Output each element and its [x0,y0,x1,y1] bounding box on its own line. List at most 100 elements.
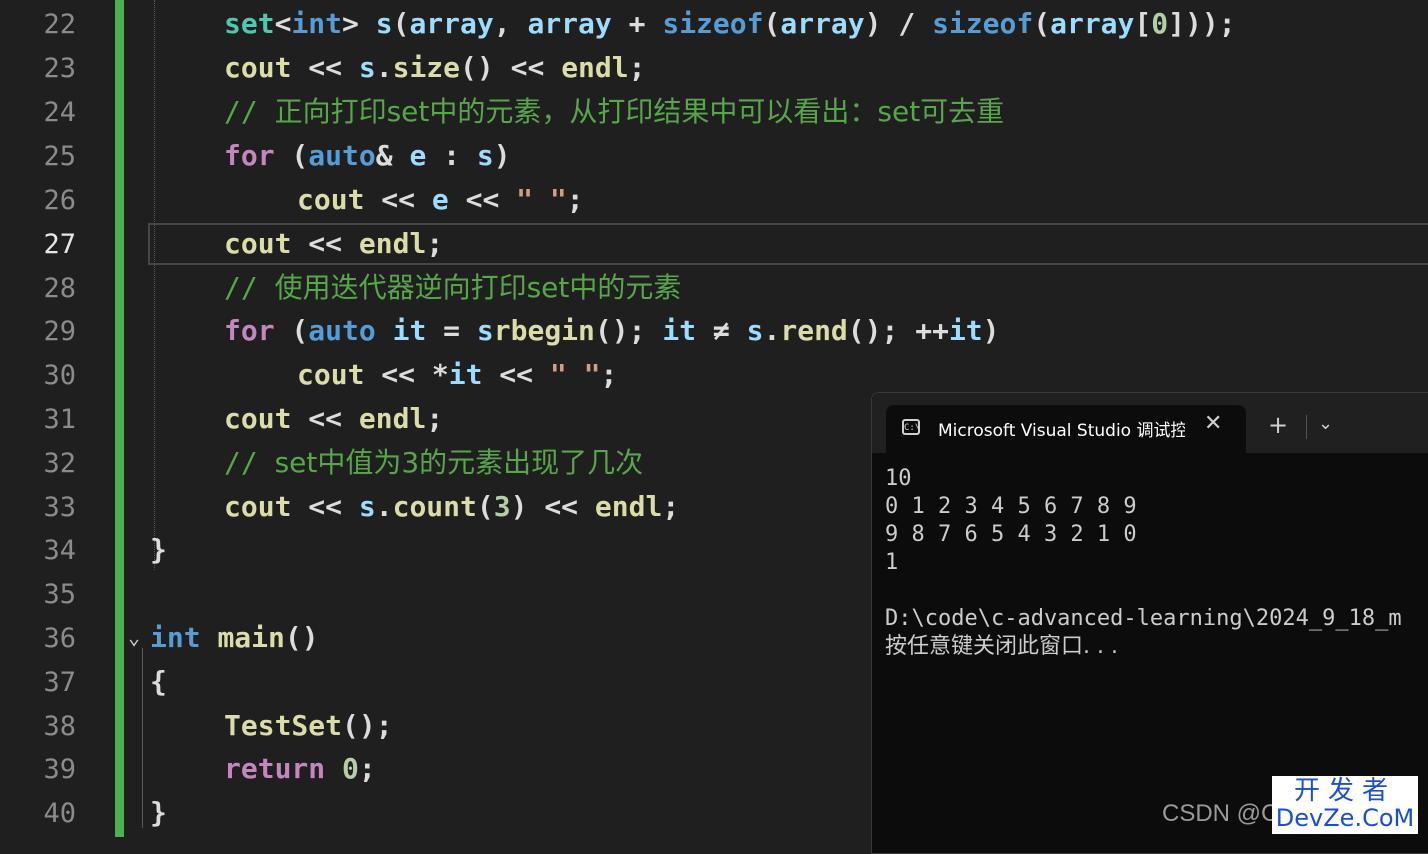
token: array [1050,7,1135,40]
indent-guide [142,648,143,828]
new-tab-button[interactable]: + [1268,411,1288,439]
token: endl [358,227,427,260]
token: size [392,51,461,84]
line-number: 36 [43,623,76,654]
line-number: 33 [43,492,76,523]
code-line-33[interactable]: cout << s.count(3) << endl; [224,485,679,529]
token: e [409,139,427,172]
code-line-38[interactable]: TestSet(); [224,704,393,748]
token: array [527,7,612,40]
token: , [493,7,528,40]
token: " " [516,183,567,216]
code-line-40[interactable]: } [150,791,167,835]
line-number: 29 [43,316,76,347]
token: sizeof [662,7,764,40]
code-line-25[interactable]: for (auto& e : s) [224,134,511,178]
token: ; [566,183,584,216]
output-line: 1 [885,550,899,575]
code-line-32-comment[interactable]: // set中值为3的元素出现了几次 [224,441,643,485]
token: ( [274,314,309,347]
token: 3 [493,490,511,523]
close-icon[interactable]: ✕ [1204,411,1222,436]
line-number: 26 [43,185,76,216]
token: sizeof [932,7,1034,40]
code-line-37[interactable]: { [150,660,167,704]
token: [ [1134,7,1152,40]
comment-text: 正向打印set中的元素，从打印结果中可以看出：set可去重 [274,95,1005,128]
divider [1306,415,1307,439]
comment-text: 使用迭代器逆向打印set中的元素 [274,271,682,304]
tab-title: Microsoft Visual Studio 调试控制台 [938,421,1185,441]
line-number: 37 [43,667,76,698]
token: + [611,7,663,40]
token: ) << [510,490,595,523]
output-line: 按任意键关闭此窗口. . . [885,634,1118,659]
token: ; [662,490,680,523]
code-line-31[interactable]: cout << endl; [224,397,443,441]
console-output[interactable]: 10 0 1 2 3 4 5 6 7 8 9 9 8 7 6 5 4 3 2 1… [885,465,1402,661]
token: it [948,314,983,347]
token: endl [594,490,663,523]
code-line-22[interactable]: set<int> s(array, array + sizeof(array) … [224,2,1236,46]
token: " " [549,358,601,391]
comment-slashes: // [224,446,275,479]
token: & [375,139,410,172]
token: ) [982,314,1000,347]
code-line-39[interactable]: return 0; [224,747,376,791]
token: array [780,7,865,40]
token: << [448,183,517,216]
terminal-icon: C:\ [902,419,920,435]
code-line-30[interactable]: cout << *it << " "; [297,353,617,397]
token: rbegin [493,314,595,347]
token: ( [274,139,309,172]
token: > [342,7,376,40]
console-titlebar[interactable]: C:\ Microsoft Visual Studio 调试控制台 ✕ + ⌄ [872,393,1428,453]
token: cout [297,358,365,391]
console-tab[interactable]: C:\ Microsoft Visual Studio 调试控制台 ✕ [886,405,1246,453]
code-line-28-comment[interactable]: // 使用迭代器逆向打印set中的元素 [224,266,681,310]
token: TestSet [224,709,343,742]
token: rend [780,314,848,347]
comment-slashes: // [224,271,275,304]
token: s [476,139,494,172]
token: for [224,139,275,172]
line-number: 31 [43,404,76,435]
code-line-36[interactable]: int main() [150,616,319,660]
code-line-23[interactable]: cout << s.size() << endl; [224,46,645,90]
line-number: 22 [43,9,76,40]
token: ; [628,51,646,84]
code-line-26[interactable]: cout << e << " "; [297,178,584,222]
line-number: 35 [43,579,76,610]
token: << [291,227,359,260]
token: } [150,533,167,566]
token: return [224,752,326,785]
token: . [375,490,393,523]
token: cout [224,51,292,84]
token: for [224,314,275,347]
comment-text: set中值为3的元素出现了几次 [274,446,644,479]
token: int [291,7,343,40]
fold-chevron-icon[interactable]: ⌄ [128,625,146,649]
chevron-down-icon[interactable]: ⌄ [1318,413,1333,434]
comment-slashes: // [224,95,275,128]
line-number: 38 [43,711,76,742]
line-number: 32 [43,448,76,479]
token: } [150,796,167,829]
token: endl [561,51,629,84]
token: ])); [1168,7,1236,40]
token: ; [426,227,444,260]
token: . [375,51,393,84]
line-number: 40 [43,798,76,829]
token: (); [342,709,393,742]
code-line-29[interactable]: for (auto it = srbegin(); it ≠ s.rend();… [224,309,1000,353]
token: ; [600,358,618,391]
token: endl [358,402,427,435]
token: s [476,314,494,347]
token: 0 [342,752,359,785]
code-line-34[interactable]: } [150,528,167,572]
code-line-27[interactable]: cout << endl; [224,222,443,266]
token: int [150,621,201,654]
code-line-24-comment[interactable]: // 正向打印set中的元素，从打印结果中可以看出：set可去重 [224,90,1004,134]
